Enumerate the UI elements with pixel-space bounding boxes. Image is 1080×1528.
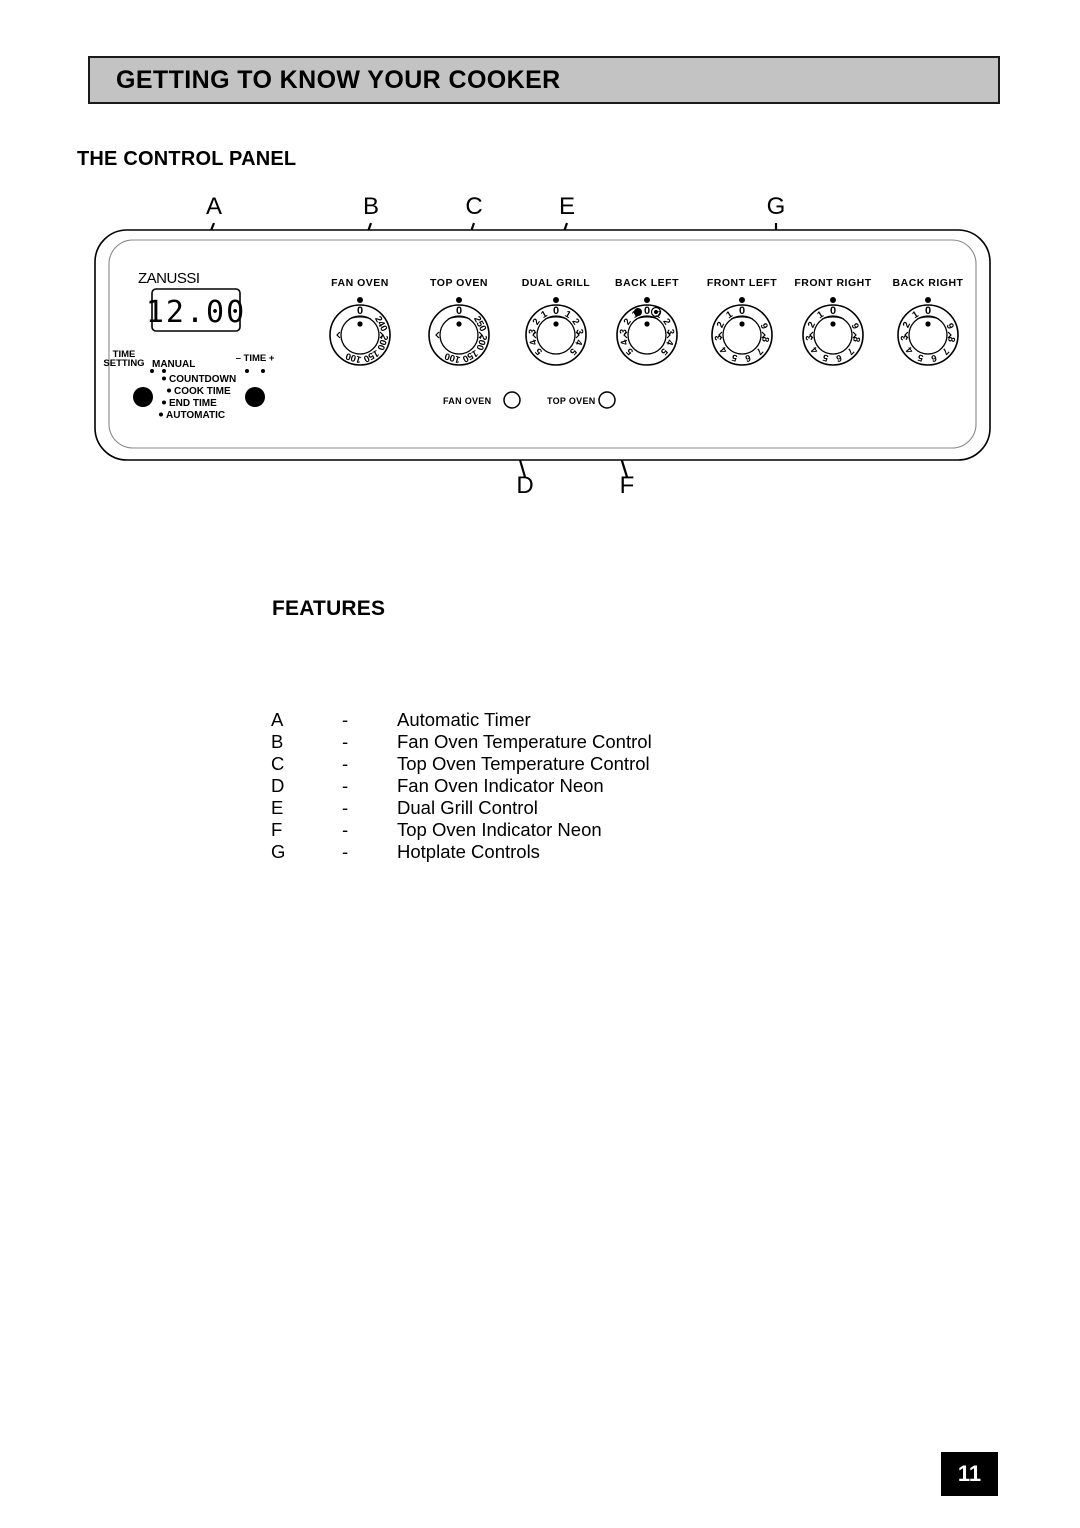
time-adjust-label: – TIME + [236, 353, 275, 364]
mode-label-cook-time: COOK TIME [174, 386, 231, 397]
time-plus-dot [261, 369, 265, 373]
feature-description: Fan Oven Indicator Neon [397, 775, 604, 796]
dial-number-top-oven-0: 0 [456, 305, 462, 317]
knob-pointer-dot-back-right [925, 321, 931, 327]
callout-letter-A: A [206, 193, 222, 220]
timer-display-value: 12.00 [146, 295, 246, 330]
knob-index-mark-front-left [739, 297, 745, 303]
knob-index-mark-fan-oven [357, 297, 363, 303]
dual-zone-mark-outer-dot-back-left [654, 310, 658, 314]
knob-pointer-dot-top-oven [456, 321, 462, 327]
feature-separator: - [342, 753, 349, 774]
callout-letter-B: B [363, 193, 379, 220]
page-title: GETTING TO KNOW YOUR COOKER [116, 66, 561, 94]
mode-bullet-cook-time [167, 388, 171, 393]
knob-pointer-dot-back-left [644, 321, 650, 327]
features-row: E - Dual Grill Control [271, 797, 652, 819]
callout-letter-D: D [516, 472, 533, 499]
control-panel-heading: THE CONTROL PANEL [77, 148, 297, 170]
feature-key: B [271, 731, 284, 752]
knob-pointer-dot-dual-grill [553, 321, 559, 327]
callout-letter-E: E [559, 193, 575, 220]
dial-number-fan-oven-0: 0 [357, 305, 363, 317]
feature-key: C [271, 753, 285, 774]
manual-dot [162, 369, 166, 373]
dial-number-front-left-0: 0 [739, 305, 745, 317]
page-number: 11 [941, 1452, 998, 1496]
feature-separator: - [342, 841, 349, 862]
knob-index-mark-back-left [644, 297, 650, 303]
callout-letter-F: F [620, 472, 635, 499]
feature-description: Dual Grill Control [397, 797, 538, 818]
knob-index-mark-top-oven [456, 297, 462, 303]
callout-letters-bottom: DF [516, 472, 634, 499]
features-row: A - Automatic Timer [271, 709, 652, 731]
brand-logo: ZANUSSI [138, 270, 200, 287]
mode-label-end-time: END TIME [169, 398, 217, 409]
mode-bullet-automatic [159, 412, 163, 417]
feature-separator: - [342, 731, 349, 752]
feature-description: Top Oven Indicator Neon [397, 819, 602, 840]
knob-index-mark-dual-grill [553, 297, 559, 303]
neon-label-top-oven-neon: TOP OVEN [547, 396, 596, 406]
knob-pointer-dot-fan-oven [357, 321, 363, 327]
dial-number-dual-grill-0: 0 [553, 305, 559, 317]
neon-lamp-top-oven-neon [598, 391, 616, 409]
features-row: D - Fan Oven Indicator Neon [271, 775, 652, 797]
feature-separator: - [342, 775, 349, 796]
knob-label-front-left: FRONT LEFT [707, 277, 777, 289]
feature-description: Top Oven Temperature Control [397, 753, 650, 774]
knob-label-back-right: BACK RIGHT [893, 277, 964, 289]
knob-label-fan-oven: FAN OVEN [331, 277, 389, 289]
neon-label-fan-oven-neon: FAN OVEN [443, 396, 491, 406]
feature-key: D [271, 775, 285, 796]
features-list-body: A - Automatic Timer B - Fan Oven Temperature … [271, 709, 652, 863]
feature-separator: - [342, 797, 349, 818]
time-minus-dot [245, 369, 249, 373]
knob-index-mark-front-right [830, 297, 836, 303]
features-row: C - Top Oven Temperature Control [271, 753, 652, 775]
knob-label-dual-grill: DUAL GRILL [522, 277, 590, 289]
knob-label-front-right: FRONT RIGHT [794, 277, 871, 289]
feature-key: A [271, 709, 284, 730]
features-row: G - Hotplate Controls [271, 841, 652, 863]
dial-number-back-left-0: 0 [644, 305, 650, 317]
dial-number-front-right-0: 0 [830, 305, 836, 317]
callout-letters-top: ABCEG [206, 193, 785, 220]
mode-label-automatic: AUTOMATIC [166, 410, 225, 421]
neon-lamp-fan-oven-neon [503, 391, 521, 409]
features-heading: FEATURES [272, 597, 386, 620]
feature-description: Fan Oven Temperature Control [397, 731, 652, 752]
dual-zone-mark-inner-back-left [634, 308, 642, 316]
feature-separator: - [342, 819, 349, 840]
knob-label-top-oven: TOP OVEN [430, 277, 488, 289]
feature-key: E [271, 797, 284, 818]
mode-bullet-end-time [162, 400, 166, 405]
features-row: F - Top Oven Indicator Neon [271, 819, 652, 841]
feature-key: F [271, 819, 283, 840]
knob-index-mark-back-right [925, 297, 931, 303]
knob-pointer-dot-front-left [739, 321, 745, 327]
time-setting-button[interactable] [133, 387, 153, 407]
mode-label-countdown: COUNTDOWN [169, 374, 236, 385]
feature-description: Automatic Timer [397, 709, 531, 730]
manual-label: MANUAL [152, 359, 195, 370]
features-list: A - Automatic Timer B - Fan Oven Temperature … [271, 709, 652, 863]
mode-bullet-countdown [162, 376, 166, 381]
callout-letter-G: G [767, 193, 786, 220]
feature-key: G [271, 841, 286, 862]
knob-label-back-left: BACK LEFT [615, 277, 679, 289]
control-panel-diagram: ABCEG FAN OVEN0240200150100TOP OVEN02502… [94, 193, 991, 499]
dial-number-back-right-0: 0 [925, 305, 931, 317]
knob-pointer-dot-front-right [830, 321, 836, 327]
time-adjust-button[interactable] [245, 387, 265, 407]
callout-letter-C: C [465, 193, 482, 220]
features-row: B - Fan Oven Temperature Control [271, 731, 652, 753]
feature-description: Hotplate Controls [397, 841, 540, 862]
feature-separator: - [342, 709, 349, 730]
time-setting-label-line2: SETTING [103, 358, 144, 369]
